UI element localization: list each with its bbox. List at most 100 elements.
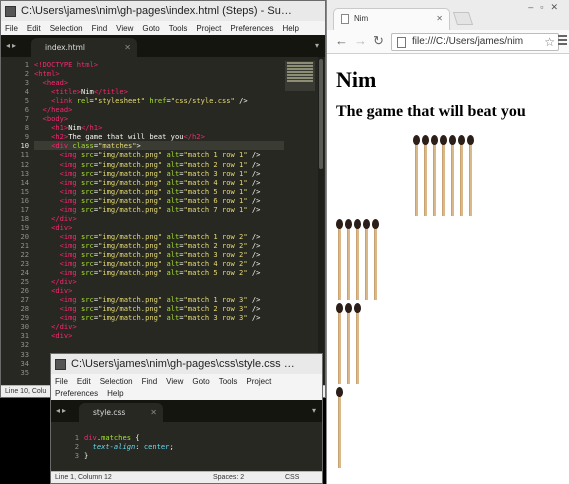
address-bar[interactable]: file:///C:/Users/james/nim ☆ <box>391 33 559 51</box>
match-image[interactable] <box>413 135 420 217</box>
line-number: 13 <box>20 168 29 178</box>
match-head <box>363 219 370 229</box>
match-stick <box>338 395 341 468</box>
match-stick <box>424 143 427 216</box>
match-image[interactable] <box>449 135 456 217</box>
menu-find[interactable]: Find <box>92 24 108 33</box>
match-image[interactable] <box>458 135 465 217</box>
back-arrow-icon[interactable]: ← <box>335 33 348 48</box>
menu-help[interactable]: Help <box>282 24 298 33</box>
match-head <box>372 219 379 229</box>
match-stick <box>356 311 359 384</box>
browser-tab[interactable]: Nim ✕ <box>333 8 450 31</box>
match-image[interactable] <box>431 135 438 217</box>
match-image[interactable] <box>354 303 361 385</box>
hamburger-menu-icon[interactable] <box>558 35 567 47</box>
bookmark-star-icon[interactable]: ☆ <box>542 35 555 49</box>
new-tab-button[interactable] <box>452 12 474 25</box>
menu-help[interactable]: Help <box>107 388 123 400</box>
match-image[interactable] <box>345 303 352 385</box>
menu-edit[interactable]: Edit <box>77 376 91 388</box>
match-image[interactable] <box>345 219 352 301</box>
menu-edit[interactable]: Edit <box>27 24 41 33</box>
tab-nav-arrows-icon[interactable]: ◂▸ <box>56 406 68 415</box>
tab-dropdown-icon[interactable]: ▾ <box>312 406 316 415</box>
code-line: <img src="img/match.png" alt="match 4 ro… <box>59 177 261 187</box>
code-editor[interactable]: 1 2 3 4 5 6 7 8 9 10 11 12 13 14 15 16 17 18 19 20 21 22 23 24 2… <box>1 57 325 387</box>
tab-nav-arrows-icon[interactable]: ◂▸ <box>6 41 18 50</box>
tab-dropdown-icon[interactable]: ▾ <box>315 41 319 50</box>
code-line: <img src="img/match.png" alt="match 1 ro… <box>59 231 261 241</box>
match-head <box>336 219 343 229</box>
match-head <box>422 135 429 145</box>
sublime-titlebar[interactable]: C:\Users\james\nim\gh-pages\css\style.cs… <box>51 354 322 374</box>
cursor-position: Line 10, Colu <box>5 388 47 395</box>
page-subheading: The game that will beat you <box>336 103 526 120</box>
code-line: div.matches { <box>84 433 140 442</box>
menu-preferences[interactable]: Preferences <box>230 24 273 33</box>
menu-view[interactable]: View <box>116 24 133 33</box>
url-text: file:///C:/Users/james/nim <box>412 36 524 47</box>
menu-tools[interactable]: Tools <box>219 376 238 388</box>
match-image[interactable] <box>354 219 361 301</box>
page-icon <box>341 14 349 24</box>
menu-view[interactable]: View <box>166 376 183 388</box>
menu-file[interactable]: File <box>55 376 68 388</box>
syntax-status[interactable]: CSS <box>285 474 299 481</box>
browser-tab-title: Nim <box>354 14 369 23</box>
browser-toolbar: ← → ↻ file:///C:/Users/james/nim ☆ <box>327 30 569 54</box>
match-image[interactable] <box>336 387 343 469</box>
code-area[interactable]: <!DOCTYPE html> <html> <head> <title>Nim… <box>34 60 284 340</box>
browser-tabstrip: Nim ✕ –▫✕ <box>327 0 569 31</box>
code-line: <h2>The game that will beat you</h2> <box>51 132 205 142</box>
code-line: <body> <box>42 114 69 124</box>
line-number: 18 <box>20 213 29 223</box>
code-line: <img src="img/match.png" alt="match 1 ro… <box>59 150 261 160</box>
sublime-menubar: File Edit Selection Find View Goto Tools… <box>51 374 322 400</box>
line-number: 25 <box>20 277 29 287</box>
menu-goto[interactable]: Goto <box>142 24 159 33</box>
line-number: 33 <box>20 349 29 359</box>
line-number: 4 <box>24 87 29 97</box>
match-image[interactable] <box>336 219 343 301</box>
menu-selection[interactable]: Selection <box>50 24 83 33</box>
close-icon[interactable]: ✕ <box>150 408 157 417</box>
match-image[interactable] <box>467 135 474 217</box>
match-stick <box>469 143 472 216</box>
menu-tools[interactable]: Tools <box>169 24 188 33</box>
tab-index-html[interactable]: index.html ✕ <box>31 38 137 57</box>
match-image[interactable] <box>363 219 370 301</box>
menu-find[interactable]: Find <box>142 376 158 388</box>
match-head <box>458 135 465 145</box>
code-line: <html> <box>34 69 60 79</box>
vertical-scrollbar[interactable] <box>318 57 324 387</box>
match-image[interactable] <box>336 303 343 385</box>
menu-project[interactable]: Project <box>246 376 271 388</box>
match-image[interactable] <box>440 135 447 217</box>
code-area[interactable]: div.matches { text-align: center; } <box>84 433 322 460</box>
code-line: <img src="img/match.png" alt="match 5 ro… <box>59 268 261 278</box>
code-editor[interactable]: 123 div.matches { text-align: center; } <box>51 430 322 472</box>
match-image[interactable] <box>372 219 379 301</box>
line-number: 14 <box>20 177 29 187</box>
line-number: 7 <box>24 114 29 124</box>
sublime-titlebar[interactable]: C:\Users\james\nim\gh-pages\index.html (… <box>1 1 325 21</box>
forward-arrow-icon[interactable]: → <box>354 33 367 48</box>
menu-preferences[interactable]: Preferences <box>55 388 98 400</box>
close-icon[interactable]: ✕ <box>436 14 443 23</box>
menu-file[interactable]: File <box>5 24 18 33</box>
indentation-status[interactable]: Spaces: 2 <box>213 474 244 481</box>
menu-goto[interactable]: Goto <box>192 376 209 388</box>
reload-icon[interactable]: ↻ <box>373 33 384 49</box>
match-row-3 <box>336 303 361 385</box>
minimap[interactable] <box>285 61 315 91</box>
scrollbar-thumb[interactable] <box>319 59 323 169</box>
tab-style-css[interactable]: style.css ✕ <box>79 403 163 422</box>
menu-selection[interactable]: Selection <box>100 376 133 388</box>
match-row-1 <box>413 135 474 217</box>
match-image[interactable] <box>422 135 429 217</box>
window-title: C:\Users\james\nim\gh-pages\css\style.cs… <box>71 358 295 370</box>
menu-project[interactable]: Project <box>196 24 221 33</box>
window-controls-icon[interactable]: –▫✕ <box>528 2 565 13</box>
close-icon[interactable]: ✕ <box>124 43 131 52</box>
